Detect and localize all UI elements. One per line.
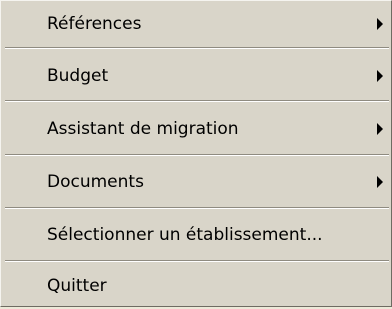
- menu-separator: [5, 100, 389, 102]
- menu-item-label: Sélectionner un établissement...: [47, 225, 323, 245]
- menu-separator: [5, 260, 389, 262]
- menu-separator: [5, 207, 389, 209]
- menu-item-references[interactable]: Références: [1, 1, 391, 47]
- menu-item-quitter[interactable]: Quitter: [1, 263, 391, 309]
- menu-item-label: Documents: [47, 172, 144, 192]
- menu-item-selectionner-etablissement[interactable]: Sélectionner un établissement...: [1, 212, 391, 258]
- submenu-arrow-icon: [377, 70, 383, 82]
- submenu-arrow-icon: [377, 123, 383, 135]
- menu-separator: [5, 154, 389, 156]
- menu-item-label: Budget: [47, 66, 109, 86]
- menu-item-budget[interactable]: Budget: [1, 53, 391, 99]
- menu-item-documents[interactable]: Documents: [1, 159, 391, 205]
- menu-item-label: Quitter: [47, 276, 107, 296]
- menu-item-assistant-de-migration[interactable]: Assistant de migration: [1, 106, 391, 152]
- menu-item-label: Assistant de migration: [47, 119, 239, 139]
- submenu-arrow-icon: [377, 176, 383, 188]
- menu-separator: [5, 47, 389, 49]
- context-menu: Références Budget Assistant de migration…: [0, 0, 392, 307]
- menu-item-label: Références: [47, 14, 142, 34]
- submenu-arrow-icon: [377, 18, 383, 30]
